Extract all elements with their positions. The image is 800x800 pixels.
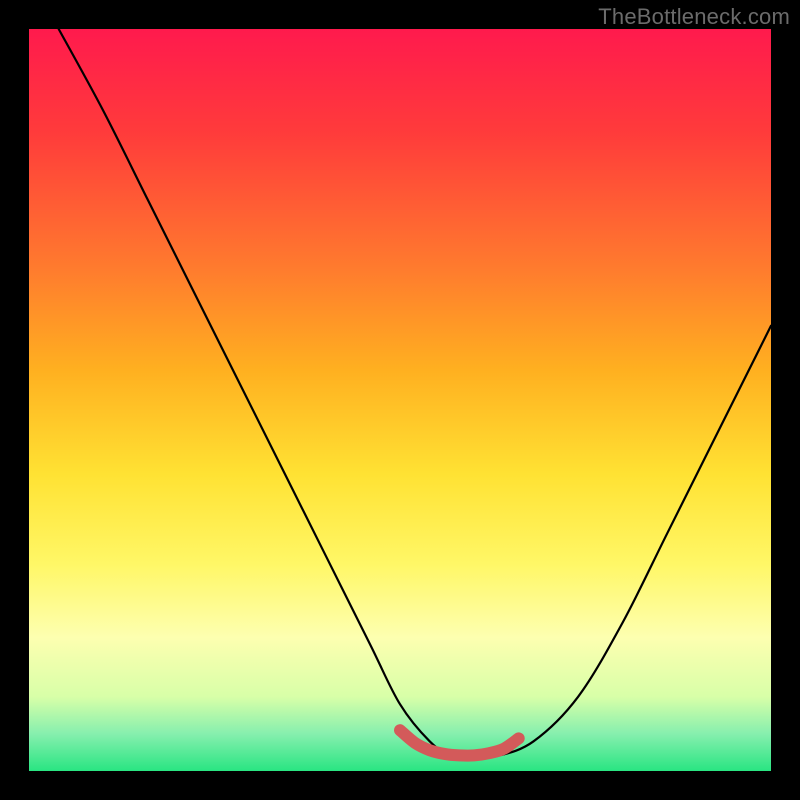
- watermark-text: TheBottleneck.com: [598, 4, 790, 30]
- chart-frame: TheBottleneck.com: [0, 0, 800, 800]
- plot-area: [29, 29, 771, 771]
- bottleneck-curve: [59, 29, 771, 757]
- curve-svg: [29, 29, 771, 771]
- optimal-zone: [400, 730, 519, 755]
